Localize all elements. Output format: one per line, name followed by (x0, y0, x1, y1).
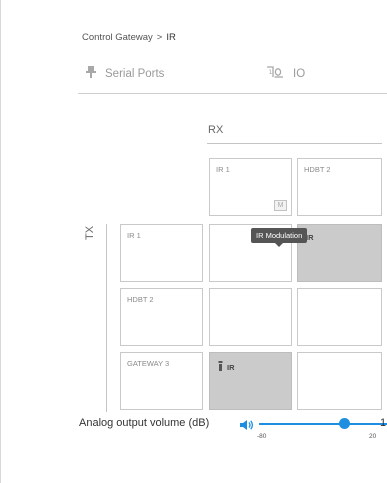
route-cell-hdbt2-to-ir1[interactable] (209, 288, 292, 346)
rx-axis-label: RX (208, 124, 224, 136)
tx-port-hdbt2[interactable]: HDBT 2 (120, 288, 203, 346)
ir-routing-page: Control Gateway > IR Serial Ports 1 IO R… (0, 0, 387, 483)
volume-min-label: -80 (257, 433, 267, 440)
route-cell-gateway3-to-ir1[interactable]: IR (209, 352, 292, 410)
io-icon: 1 (266, 66, 284, 81)
tab-serial-ports-label: Serial Ports (105, 67, 165, 80)
tab-serial-ports[interactable]: Serial Ports (86, 66, 164, 81)
route-cell-gateway3-to-hdbt2[interactable] (297, 352, 382, 410)
port-type-tabs: Serial Ports 1 IO (78, 62, 387, 94)
panel-border (0, 0, 1, 483)
route-cell-hdbt2-to-hdbt2[interactable] (297, 288, 382, 346)
tx-port-label: GATEWAY 3 (127, 359, 170, 368)
route-tag-label: IR (306, 233, 314, 242)
route-cell-ir1-to-hdbt2[interactable]: IR (297, 224, 382, 282)
volume-value: 1 (380, 417, 387, 429)
rx-port-label: HDBT 2 (304, 165, 331, 174)
breadcrumb-separator: > (156, 32, 163, 43)
breadcrumb-parent[interactable]: Control Gateway (82, 32, 153, 43)
ir-modulation-tooltip: IR Modulation (251, 228, 308, 247)
breadcrumb: Control Gateway > IR (82, 32, 176, 43)
rx-port-ir1[interactable]: IR 1 M (209, 158, 292, 216)
speaker-icon[interactable] (240, 418, 254, 436)
rx-divider (207, 143, 382, 144)
tx-divider (106, 224, 107, 412)
modulation-badge[interactable]: M (274, 200, 287, 211)
route-tag-label: IR (227, 362, 235, 372)
tab-io[interactable]: 1 IO (266, 66, 305, 81)
serial-port-icon (86, 66, 96, 81)
tx-port-label: HDBT 2 (127, 295, 154, 304)
tx-port-ir1[interactable]: IR 1 (120, 224, 203, 282)
tx-axis-label: TX (84, 225, 96, 240)
breadcrumb-current: IR (166, 32, 176, 43)
volume-slider-thumb[interactable] (339, 418, 350, 429)
remote-control-icon (218, 361, 223, 373)
volume-label: Analog output volume (dB) (79, 417, 210, 429)
route-tag: IR (218, 361, 235, 373)
rx-port-label: IR 1 (216, 165, 230, 174)
volume-max-label: 20 (369, 433, 377, 440)
volume-slider-track[interactable] (259, 423, 387, 425)
tx-port-gateway3[interactable]: GATEWAY 3 (120, 352, 203, 410)
svg-text:1: 1 (269, 69, 273, 76)
route-tag: IR (306, 233, 314, 242)
rx-port-hdbt2[interactable]: HDBT 2 (297, 158, 382, 216)
tab-io-label: IO (293, 67, 306, 80)
tx-port-label: IR 1 (127, 231, 141, 240)
